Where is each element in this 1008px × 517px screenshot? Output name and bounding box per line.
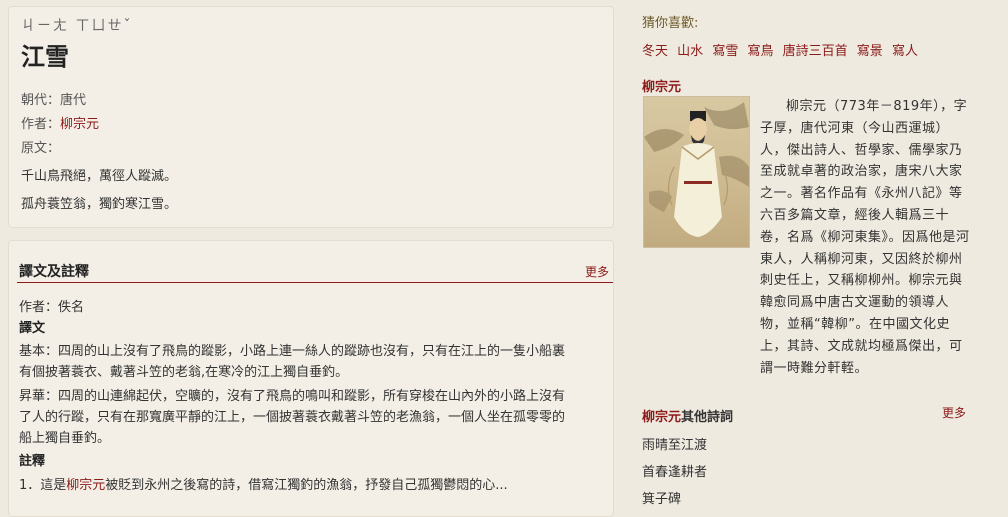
section-divider: [17, 282, 613, 283]
poem-line: 千山鳥飛絕，萬徑人蹤滅。: [21, 169, 178, 184]
sidebar: 猜你喜歡: 冬天 山水 寫雪 寫鳥 唐詩三百首 寫景 寫人 柳宗元 柳宗元（77…: [630, 0, 1008, 509]
other-works-more-link[interactable]: 更多: [942, 404, 966, 421]
translation-subheading: 譯文: [19, 321, 46, 336]
note-text: 被貶到永州之後寫的詩，借寫江獨釣的漁翁，抒發自己孤獨鬱悶的心...: [105, 478, 508, 493]
translation-more-link[interactable]: 更多: [585, 263, 609, 280]
poem-pinyin: ㄐㄧㄤ ㄒㄩㄝˇ: [21, 18, 133, 34]
guess-heading: 猜你喜歡:: [642, 16, 699, 31]
poem-card: ㄐㄧㄤ ㄒㄩㄝˇ 江雪 朝代：唐代 作者：柳宗元 原文： 千山鳥飛絕，萬徑人蹤滅…: [8, 6, 614, 228]
translation-card: 譯文及註釋 更多 作者：佚名 譯文 基本：四周的山上沒有了飛鳥的蹤影，小路上連一…: [8, 240, 614, 517]
author-bio: 柳宗元（773年－819年），字子厚，唐代河東（今山西運城）人，傑出詩人、哲學家…: [760, 99, 970, 376]
portrait-illustration: [644, 102, 749, 237]
author-portrait[interactable]: [643, 96, 750, 248]
translation-heading: 譯文及註釋: [19, 264, 89, 280]
translation-text: 了人的行蹤，只有在那寬廣平靜的江上，一個披著蓑衣戴著斗笠的老漁翁，一個人坐在孤零…: [19, 410, 566, 425]
author-label: 作者：: [21, 117, 61, 132]
note-item: 1．這是柳宗元被貶到永州之後寫的詩，借寫江獨釣的漁翁，抒發自己孤獨鬱悶的心...: [19, 475, 615, 496]
translation-text: 有個披著蓑衣、戴著斗笠的老翁,在寒冷的江上獨自垂釣。: [19, 365, 349, 380]
author-row: 作者：柳宗元: [21, 113, 99, 132]
tag-link[interactable]: 冬天: [642, 44, 668, 59]
main-column: ㄐㄧㄤ ㄒㄩㄝˇ 江雪 朝代：唐代 作者：柳宗元 原文： 千山鳥飛絕，萬徑人蹤滅…: [0, 0, 625, 517]
notes-heading: 註釋: [19, 454, 46, 469]
dynasty-label: 朝代：: [21, 93, 61, 108]
author-link[interactable]: 柳宗元: [60, 117, 99, 132]
other-works-author-link[interactable]: 柳宗元: [642, 410, 681, 425]
translation-author: 作者：佚名: [19, 300, 85, 315]
work-link[interactable]: 首春逢耕者: [642, 461, 707, 480]
translation-text: 昇華：四周的山連綿起伏，空曠的，沒有了飛鳥的鳴叫和蹤影，所有穿梭在山內外的小路上…: [19, 389, 566, 404]
poem-line: 孤舟蓑笠翁，獨釣寒江雪。: [21, 197, 178, 212]
tag-link[interactable]: 寫鳥: [747, 44, 773, 59]
tag-link[interactable]: 山水: [677, 44, 703, 59]
translation-text: 船上獨自垂釣。: [19, 431, 111, 446]
tag-link[interactable]: 唐詩三百首: [783, 44, 848, 59]
tag-link[interactable]: 寫雪: [712, 44, 738, 59]
tag-list: 冬天 山水 寫雪 寫鳥 唐詩三百首 寫景 寫人: [642, 40, 923, 59]
poem-title: 江雪: [21, 43, 69, 71]
translation-text: 基本：四周的山上沒有了飛鳥的蹤影，小路上連一絲人的蹤跡也沒有，只有在江上的一隻小…: [19, 344, 566, 359]
original-label: 原文：: [21, 141, 61, 156]
author-heading[interactable]: 柳宗元: [642, 76, 681, 95]
other-works-heading: 柳宗元其他詩詞: [642, 406, 733, 425]
work-link[interactable]: 雨晴至江渡: [642, 434, 707, 453]
tag-link[interactable]: 寫景: [857, 44, 883, 59]
work-link[interactable]: 箕子碑: [642, 488, 681, 507]
dynasty-value[interactable]: 唐代: [60, 93, 86, 108]
other-works-heading-text: 其他詩詞: [681, 410, 734, 425]
note-author-link[interactable]: 柳宗元: [66, 478, 105, 493]
dynasty-row: 朝代：唐代: [21, 89, 86, 108]
note-prefix: 1．這是: [19, 478, 67, 493]
tag-link[interactable]: 寫人: [892, 44, 918, 59]
